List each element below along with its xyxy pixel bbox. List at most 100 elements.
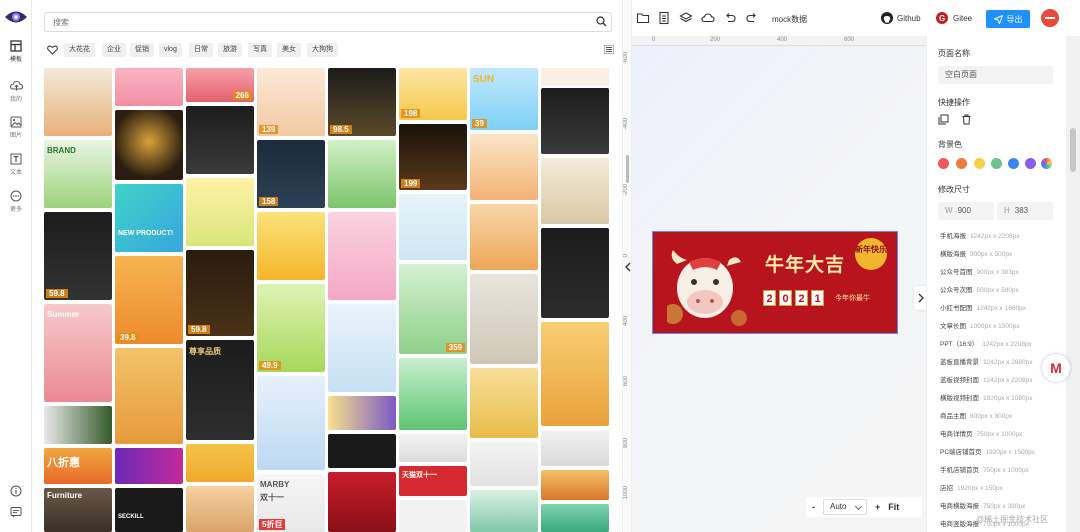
gitee-link[interactable]: Gitee — [953, 14, 972, 23]
floating-m-badge[interactable]: M — [1042, 354, 1070, 382]
template-thumbnail[interactable] — [470, 368, 538, 438]
size-preset-item[interactable]: 手机海报 1242px x 2208px — [940, 230, 1020, 240]
size-preset-item[interactable]: 公众号次图 500px x 500px — [940, 284, 1019, 294]
template-thumbnail[interactable]: 59.8 — [186, 250, 254, 336]
size-preset-item[interactable]: PPT（16:9） 1242px x 2208px — [940, 338, 1032, 348]
template-thumbnail[interactable] — [186, 444, 254, 482]
template-thumbnail[interactable] — [186, 486, 254, 532]
size-preset-item[interactable]: 横版视频封面 1920px x 1080px — [940, 392, 1033, 402]
tag-item[interactable]: 促销 — [130, 43, 154, 57]
template-thumbnail[interactable] — [115, 110, 183, 180]
template-thumbnail[interactable] — [399, 434, 467, 462]
tag-item[interactable]: 大花花 — [64, 43, 95, 57]
undo-icon[interactable] — [723, 11, 737, 25]
tag-item[interactable]: 大狗狗 — [307, 43, 338, 57]
template-thumbnail[interactable] — [541, 430, 609, 466]
template-thumbnail[interactable] — [399, 358, 467, 430]
template-thumbnail[interactable]: 158 — [257, 140, 325, 208]
size-preset-item[interactable]: 店招 1920px x 150px — [940, 482, 1003, 492]
tag-item[interactable]: 旅游 — [218, 43, 242, 57]
template-thumbnail[interactable]: 139 — [257, 68, 325, 136]
feedback-icon[interactable] — [10, 506, 22, 518]
size-preset-item[interactable]: 蓝板直播背景 1242px x 2680px — [940, 356, 1033, 366]
color-swatch[interactable] — [938, 158, 949, 169]
file-icon[interactable] — [657, 11, 671, 25]
template-thumbnail[interactable]: 尊享品质 — [186, 340, 254, 440]
template-thumbnail[interactable]: 天猫双十一 — [399, 466, 467, 496]
template-thumbnail[interactable] — [328, 472, 396, 532]
template-thumbnail[interactable]: NEW PRODUCT! — [115, 184, 183, 252]
template-thumbnail[interactable]: 39.8 — [115, 256, 183, 344]
color-swatch[interactable] — [1025, 158, 1036, 169]
template-thumbnail[interactable] — [186, 178, 254, 246]
template-thumbnail[interactable] — [44, 406, 112, 444]
search-input[interactable] — [45, 13, 575, 31]
size-preset-item[interactable]: 电商横版海报 750px x 390px — [940, 500, 1025, 510]
height-input[interactable]: H 383 — [997, 202, 1053, 220]
page-name-input[interactable]: 空白页面 — [938, 66, 1053, 84]
zoom-fit-button[interactable]: Fit — [888, 502, 899, 512]
size-preset-item[interactable]: PC端店铺首页 1920px x 1500px — [940, 446, 1035, 456]
properties-scrollbar[interactable] — [1066, 36, 1080, 532]
zoom-in-button[interactable]: + — [875, 502, 880, 512]
search-icon[interactable] — [596, 16, 607, 27]
template-thumbnail[interactable]: 59.8 — [44, 212, 112, 300]
template-thumbnail[interactable] — [470, 490, 538, 532]
template-thumbnail[interactable]: 98.5 — [328, 68, 396, 136]
template-thumbnail[interactable] — [115, 448, 183, 484]
zoom-out-button[interactable]: - — [812, 502, 815, 512]
template-thumbnail[interactable]: MARBY 双十一 5折巨 — [257, 474, 325, 532]
template-thumbnail[interactable]: 266 — [186, 68, 254, 102]
size-preset-item[interactable]: 蓝板视频封面 1242px x 2208px — [940, 374, 1033, 384]
template-thumbnail[interactable]: 199 — [399, 124, 467, 190]
template-thumbnail[interactable] — [328, 396, 396, 430]
gitee-icon[interactable]: G — [935, 11, 949, 25]
template-thumbnail[interactable] — [115, 348, 183, 444]
layers-icon[interactable] — [679, 11, 693, 25]
template-thumbnail[interactable] — [399, 500, 467, 532]
github-link[interactable]: Github — [897, 14, 921, 23]
template-thumbnail[interactable]: BRAND — [44, 140, 112, 208]
template-thumbnail[interactable] — [541, 88, 609, 154]
template-thumbnail[interactable] — [328, 140, 396, 208]
color-swatch[interactable] — [991, 158, 1002, 169]
color-swatch[interactable] — [1008, 158, 1019, 169]
scrollbar-thumb[interactable] — [1070, 128, 1076, 172]
size-preset-item[interactable]: 手机店铺首页 750px x 1000px — [940, 464, 1029, 474]
size-preset-item[interactable]: 电商详情页 750px x 1000px — [940, 428, 1022, 438]
template-thumbnail[interactable]: 49.9 — [257, 284, 325, 372]
tag-item[interactable]: 日常 — [189, 43, 213, 57]
template-thumbnail[interactable]: SUN 39 — [470, 68, 538, 130]
template-thumbnail[interactable] — [470, 134, 538, 200]
zoom-select[interactable]: Auto — [823, 499, 867, 515]
github-icon[interactable] — [880, 11, 894, 25]
template-thumbnail[interactable] — [541, 470, 609, 500]
template-thumbnail[interactable] — [186, 106, 254, 174]
color-swatch[interactable] — [956, 158, 967, 169]
redo-icon[interactable] — [745, 11, 759, 25]
width-input[interactable]: W 900 — [938, 202, 994, 220]
template-thumbnail[interactable] — [115, 68, 183, 106]
template-thumbnail[interactable] — [541, 68, 609, 86]
template-thumbnail[interactable] — [328, 304, 396, 392]
sidebar-item-more[interactable]: 更多 — [0, 190, 32, 213]
template-thumbnail[interactable]: SECKILL — [115, 488, 183, 532]
template-thumbnail[interactable] — [541, 504, 609, 532]
favorite-heart-icon[interactable] — [44, 42, 60, 58]
size-preset-item[interactable]: 小红书配图 1242px x 1660px — [940, 302, 1026, 312]
size-preset-item[interactable]: 横版海报 900px x 500px — [940, 248, 1012, 258]
export-button[interactable]: 导出 — [986, 10, 1030, 28]
mock-data-button[interactable]: mock数据 — [772, 14, 807, 25]
sidebar-item-template[interactable]: 模板 — [0, 40, 32, 63]
template-thumbnail[interactable]: Summer — [44, 304, 112, 402]
size-preset-item[interactable]: 文章长图 1000px x 1500px — [940, 320, 1020, 330]
template-thumbnail[interactable] — [470, 442, 538, 486]
template-thumbnail[interactable] — [328, 434, 396, 468]
template-thumbnail[interactable] — [470, 274, 538, 364]
template-thumbnail[interactable] — [541, 228, 609, 318]
sidebar-item-mine[interactable]: 我的 — [0, 80, 32, 103]
size-preset-item[interactable]: 商品主图 800px x 800px — [940, 410, 1012, 420]
delete-icon[interactable] — [961, 114, 972, 125]
sidebar-item-text[interactable]: 文本 — [0, 153, 32, 176]
tag-item[interactable]: 美女 — [277, 43, 301, 57]
